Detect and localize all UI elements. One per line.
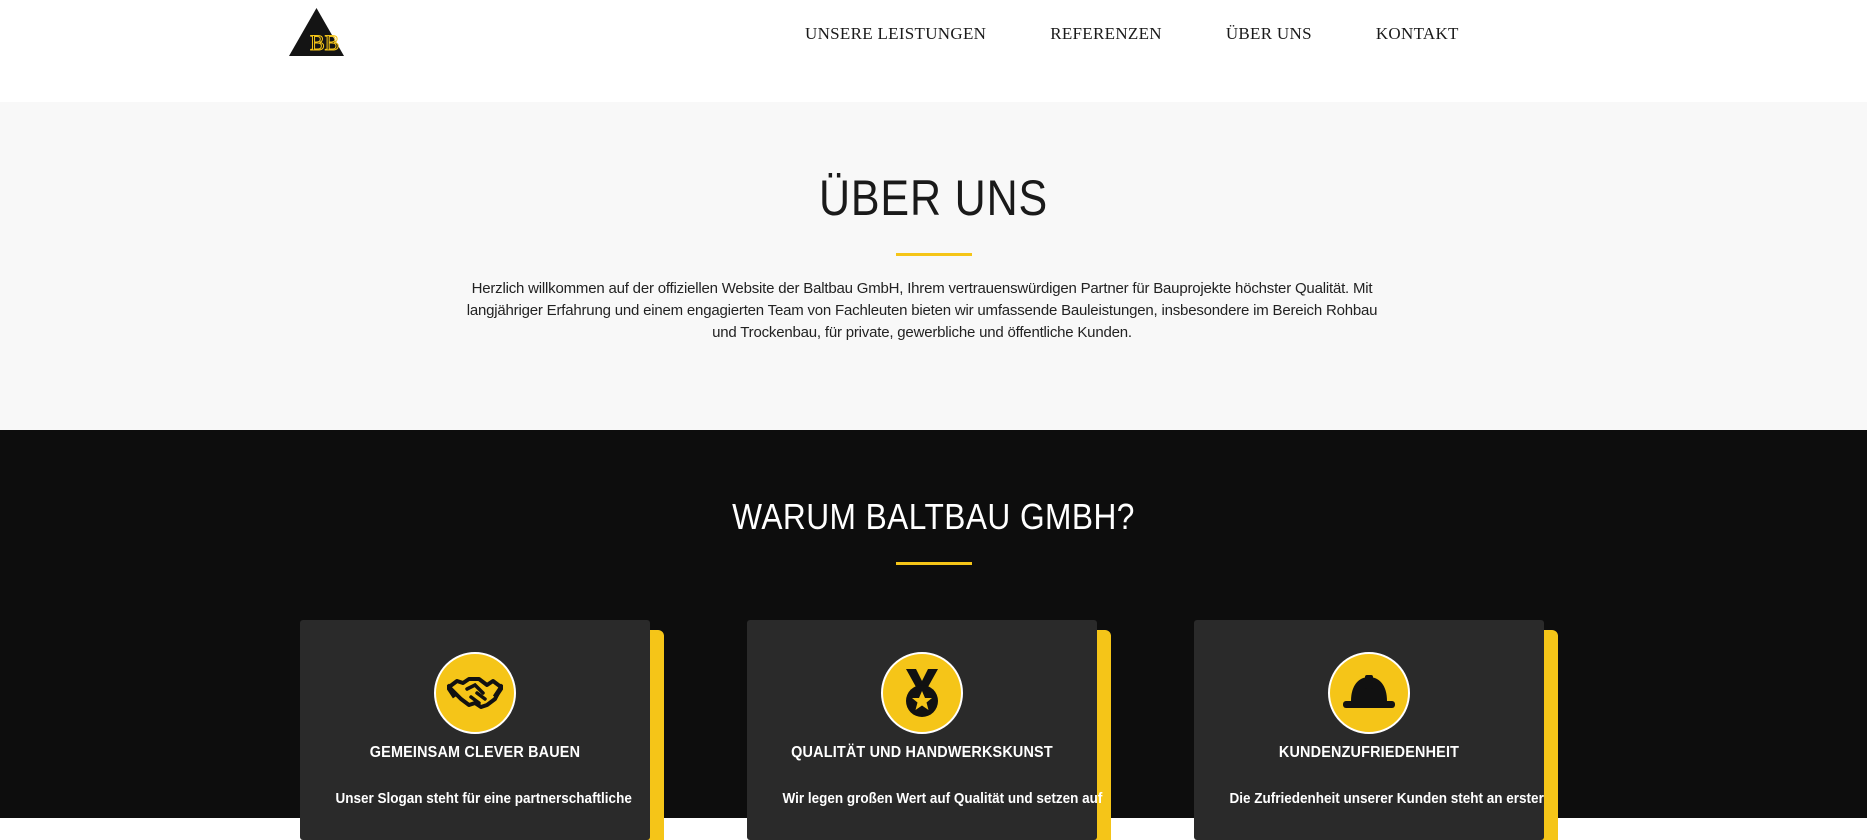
- about-title: ÜBER UNS: [818, 170, 1049, 226]
- logo-letter-b1: BB: [310, 30, 339, 55]
- card-text: Wir legen großen Wert auf Qualität und s…: [782, 790, 1103, 807]
- card-title: QUALITÄT UND HANDWERKSKUNST: [791, 744, 1053, 761]
- medal-icon: [881, 652, 963, 734]
- site-header: BB UNSERE LEISTUNGEN REFERENZEN ÜBER UNS…: [0, 0, 1867, 102]
- why-title-underline: [895, 562, 972, 565]
- nav-link-ueber-uns[interactable]: ÜBER UNS: [1226, 24, 1312, 44]
- why-title: WARUM BALTBAU GMBH?: [732, 496, 1135, 537]
- about-title-underline: [895, 253, 972, 256]
- card-title: KUNDENZUFRIEDENHEIT: [1278, 744, 1460, 761]
- handshake-icon: [434, 652, 516, 734]
- about-section: ÜBER UNS Herzlich willkommen auf der off…: [0, 102, 1867, 430]
- card-title: GEMEINSAM CLEVER BAUEN: [369, 744, 581, 761]
- card-body: GEMEINSAM CLEVER BAUEN Unser Slogan steh…: [300, 620, 650, 840]
- company-logo[interactable]: BB: [288, 7, 345, 57]
- feature-card-partnership: GEMEINSAM CLEVER BAUEN Unser Slogan steh…: [300, 620, 664, 840]
- hardhat-icon: [1328, 652, 1410, 734]
- card-body: KUNDENZUFRIEDENHEIT Die Zufriedenheit un…: [1194, 620, 1544, 840]
- main-nav: UNSERE LEISTUNGEN REFERENZEN ÜBER UNS KO…: [805, 24, 1459, 44]
- why-section: WARUM BALTBAU GMBH? GEMEINSAM CLEVER BAU…: [0, 430, 1867, 840]
- feature-card-quality: QUALITÄT UND HANDWERKSKUNST Wir legen gr…: [747, 620, 1111, 840]
- card-text: Die Zufriedenheit unserer Kunden steht a…: [1229, 790, 1544, 807]
- card-body: QUALITÄT UND HANDWERKSKUNST Wir legen gr…: [747, 620, 1103, 840]
- about-text: Herzlich willkommen auf der offiziellen …: [466, 280, 1378, 341]
- nav-link-referenzen[interactable]: REFERENZEN: [1050, 24, 1162, 44]
- nav-link-kontakt[interactable]: KONTAKT: [1376, 24, 1459, 44]
- feature-card-satisfaction: KUNDENZUFRIEDENHEIT Die Zufriedenheit un…: [1194, 620, 1558, 840]
- card-text: Unser Slogan steht für eine partnerschaf…: [335, 790, 632, 807]
- nav-link-leistungen[interactable]: UNSERE LEISTUNGEN: [805, 24, 986, 44]
